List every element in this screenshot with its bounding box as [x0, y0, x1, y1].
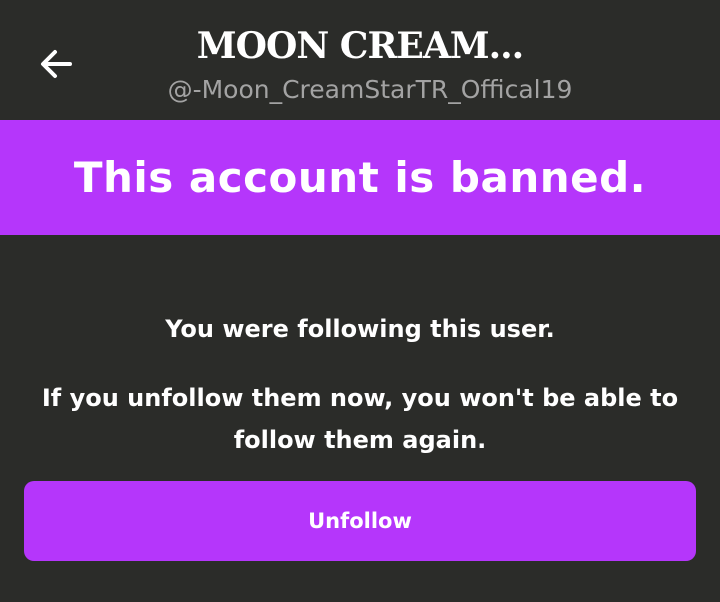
account-handle: @-Moon_CreamStarTR_Offical19 [167, 75, 573, 104]
banned-banner: This account is banned. [0, 120, 720, 235]
unfollow-button[interactable]: Unfollow [24, 481, 696, 561]
unfollow-warning: If you unfollow them now, you won't be a… [41, 384, 679, 454]
header: MOON CREAM... @-Moon_CreamStarTR_Offical… [0, 0, 720, 120]
banned-text: This account is banned. [73, 153, 647, 202]
unfollow-label: Unfollow [308, 509, 412, 533]
account-title: MOON CREAM... [196, 25, 524, 67]
following-message: You were following this user. [165, 315, 555, 343]
